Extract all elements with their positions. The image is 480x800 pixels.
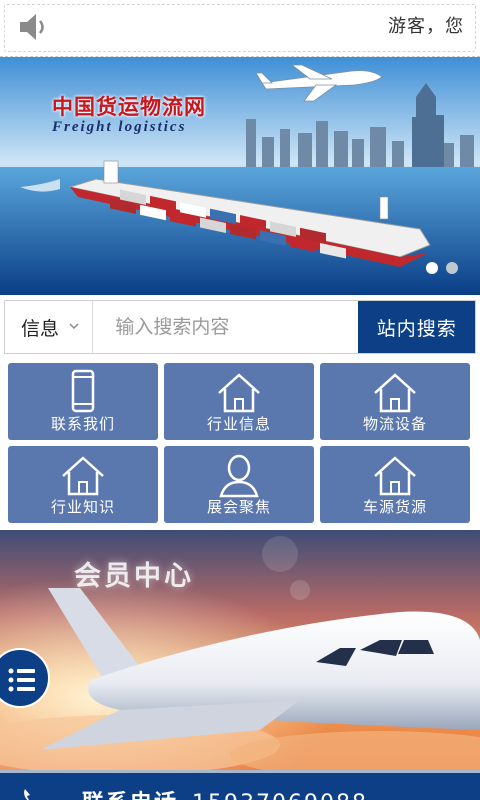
contact-phone[interactable]: 联系电话 15937069088 — [82, 785, 368, 800]
airplane-image — [0, 530, 480, 770]
member-center-title: 会员中心 — [74, 561, 194, 592]
phone-call-icon — [24, 789, 30, 800]
tile-vehicle-cargo[interactable]: 车源货源 — [320, 446, 470, 523]
home-icon — [374, 456, 416, 496]
contact-footer[interactable]: 联系电话 15937069088 — [0, 770, 480, 800]
search-button[interactable]: 站内搜索 — [358, 301, 475, 353]
tile-label: 行业信息 — [206, 415, 271, 433]
phone-number: 15937069088 — [192, 791, 368, 800]
carousel-indicators — [426, 262, 458, 274]
list-icon — [8, 668, 35, 692]
contact-label: 联系电话 — [82, 791, 178, 800]
carousel-dot-2[interactable] — [446, 262, 458, 274]
search-input[interactable] — [93, 301, 359, 353]
tile-label: 联系我们 — [50, 415, 115, 433]
tile-exhibition-focus[interactable]: 展会聚焦 — [164, 446, 314, 523]
chevron-down-icon — [69, 323, 79, 330]
floating-menu-button[interactable] — [0, 648, 50, 708]
tile-label: 物流设备 — [362, 415, 427, 433]
phone-icon — [71, 369, 95, 413]
member-center-banner[interactable]: 会员中心 — [0, 530, 480, 770]
tile-contact-us[interactable]: 联系我们 — [8, 363, 158, 440]
speaker-icon[interactable] — [16, 11, 50, 43]
carousel-dot-1[interactable] — [426, 262, 438, 274]
tile-label: 展会聚焦 — [206, 498, 271, 516]
announcement-bar: 游客，您 — [0, 0, 480, 57]
tile-label: 行业知识 — [50, 498, 115, 516]
home-icon — [374, 373, 416, 413]
tile-industry-knowledge[interactable]: 行业知识 — [8, 446, 158, 523]
banner-subtitle: Freight logistics — [52, 119, 187, 135]
tile-label: 车源货源 — [362, 498, 427, 516]
search-category-label: 信息 — [21, 317, 60, 340]
user-greeting[interactable]: 游客，您 — [388, 12, 464, 38]
tile-industry-info[interactable]: 行业信息 — [164, 363, 314, 440]
home-icon — [218, 373, 260, 413]
banner-carousel[interactable]: 中国货运物流网 Freight logistics — [0, 57, 480, 295]
tile-logistics-equipment[interactable]: 物流设备 — [320, 363, 470, 440]
banner-title: 中国货运物流网 — [52, 94, 206, 119]
home-icon — [62, 456, 104, 496]
search-category-select[interactable]: 信息 — [5, 301, 94, 353]
site-search: 信息 站内搜索 — [4, 300, 476, 354]
user-icon — [219, 454, 259, 498]
